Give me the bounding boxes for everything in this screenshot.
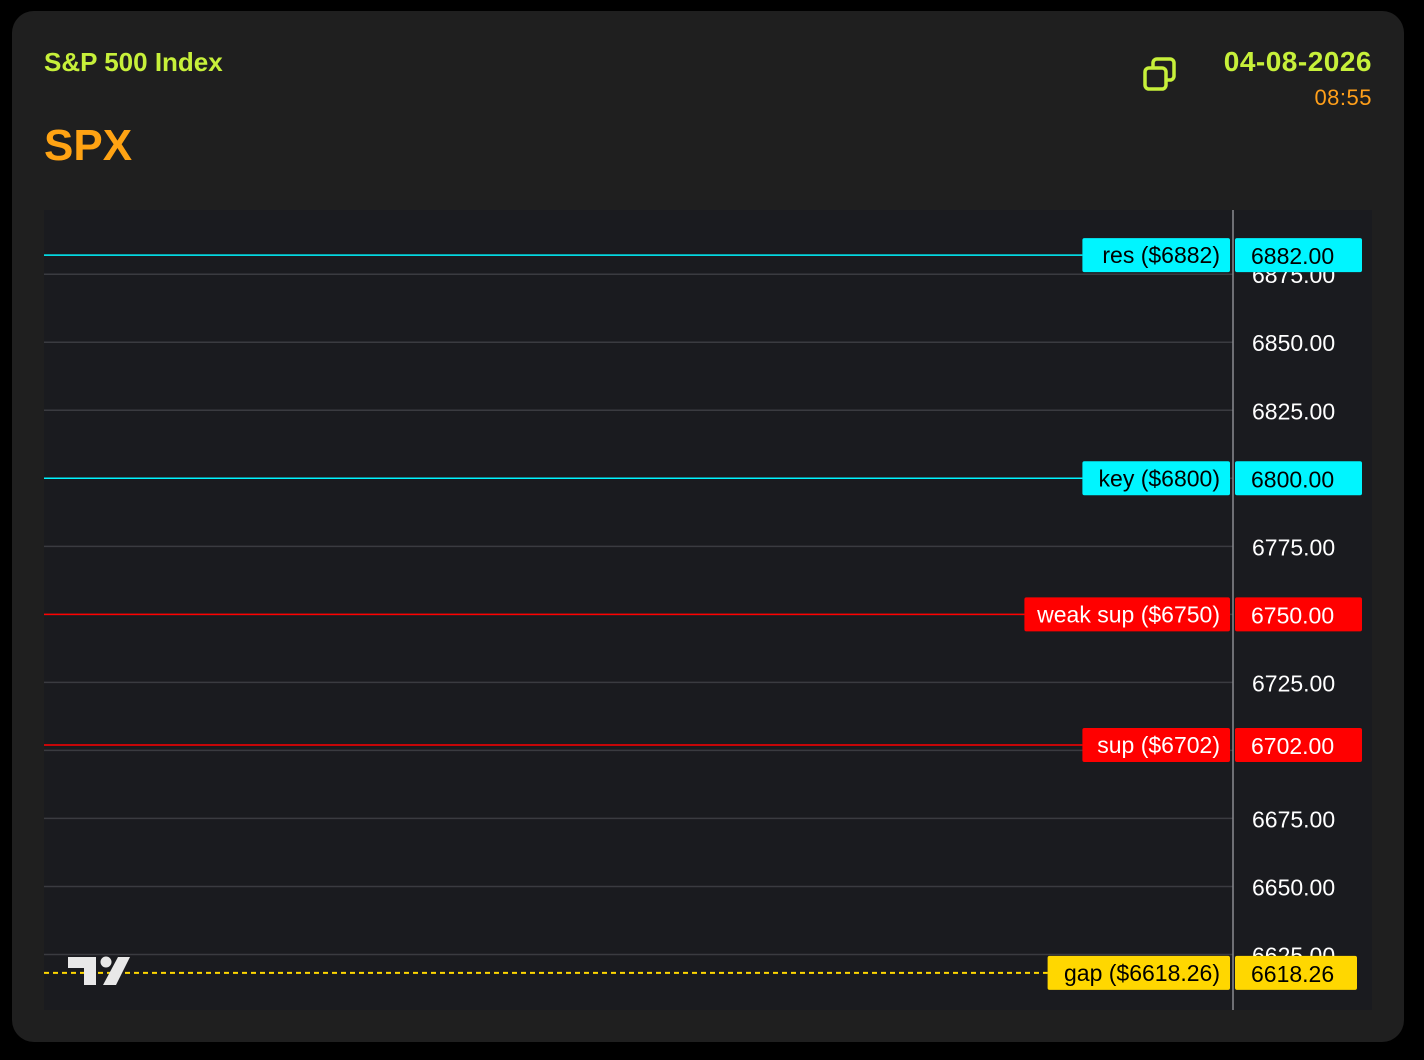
price-chart-svg: 6875.006850.006825.006800.006775.006750.… xyxy=(44,210,1362,1010)
ticker-symbol: SPX xyxy=(44,121,133,170)
level-price-label: 6618.26 xyxy=(1251,961,1334,987)
y-tick-label: 6725.00 xyxy=(1252,670,1335,696)
level-price-label: 6702.00 xyxy=(1251,733,1334,759)
y-tick-label: 6775.00 xyxy=(1252,534,1335,560)
y-tick-label: 6650.00 xyxy=(1252,874,1335,900)
index-name: S&P 500 Index xyxy=(44,47,223,77)
tradingview-logo xyxy=(68,956,130,985)
copy-icon[interactable] xyxy=(1142,56,1178,92)
price-chart[interactable]: 6875.006850.006825.006800.006775.006750.… xyxy=(44,210,1372,1010)
level-price-label: 6882.00 xyxy=(1251,243,1334,269)
chart-card: S&P 500 Index SPX 04-08-2026 08:55 6875.… xyxy=(12,11,1404,1042)
y-tick-label: 6675.00 xyxy=(1252,806,1335,832)
level-label: weak sup ($6750) xyxy=(1036,601,1220,627)
level-label: res ($6882) xyxy=(1102,242,1220,268)
level-label: key ($6800) xyxy=(1099,465,1220,491)
level-label: sup ($6702) xyxy=(1097,732,1220,758)
y-tick-label: 6825.00 xyxy=(1252,398,1335,424)
quote-date: 04-08-2026 xyxy=(1223,46,1372,77)
level-label: gap ($6618.26) xyxy=(1064,960,1220,986)
quote-time: 08:55 xyxy=(1314,85,1372,110)
level-price-label: 6800.00 xyxy=(1251,466,1334,492)
y-tick-label: 6850.00 xyxy=(1252,330,1335,356)
level-price-label: 6750.00 xyxy=(1251,602,1334,628)
